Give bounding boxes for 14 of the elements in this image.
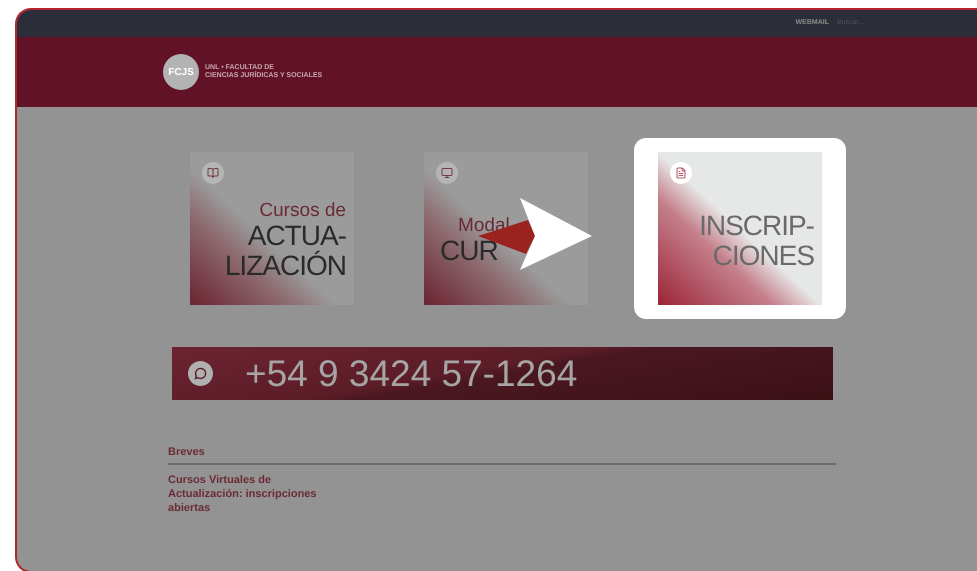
phone-banner[interactable]: +54 9 3424 57-1264 (172, 347, 833, 400)
book-icon (202, 162, 224, 184)
tile-title: CUR (440, 236, 498, 266)
monitor-icon (436, 162, 458, 184)
phone-number: +54 9 3424 57-1264 (245, 352, 578, 396)
tile-title: ACTUA- (248, 220, 346, 250)
logo[interactable]: FCJS (163, 54, 199, 90)
tile-title: INSCRIP- (699, 210, 814, 240)
menu-tile[interactable]: Cursos de ACTUA- LIZACIÓN (190, 152, 354, 305)
news-heading: Breves (168, 444, 836, 464)
tile-title: LIZACIÓN (224, 250, 346, 280)
document-icon (670, 162, 692, 184)
news-link[interactable]: Cursos Virtuales de Actualización: inscripciones abiertas (168, 472, 328, 514)
tile-subtitle: Cursos de (259, 200, 346, 220)
